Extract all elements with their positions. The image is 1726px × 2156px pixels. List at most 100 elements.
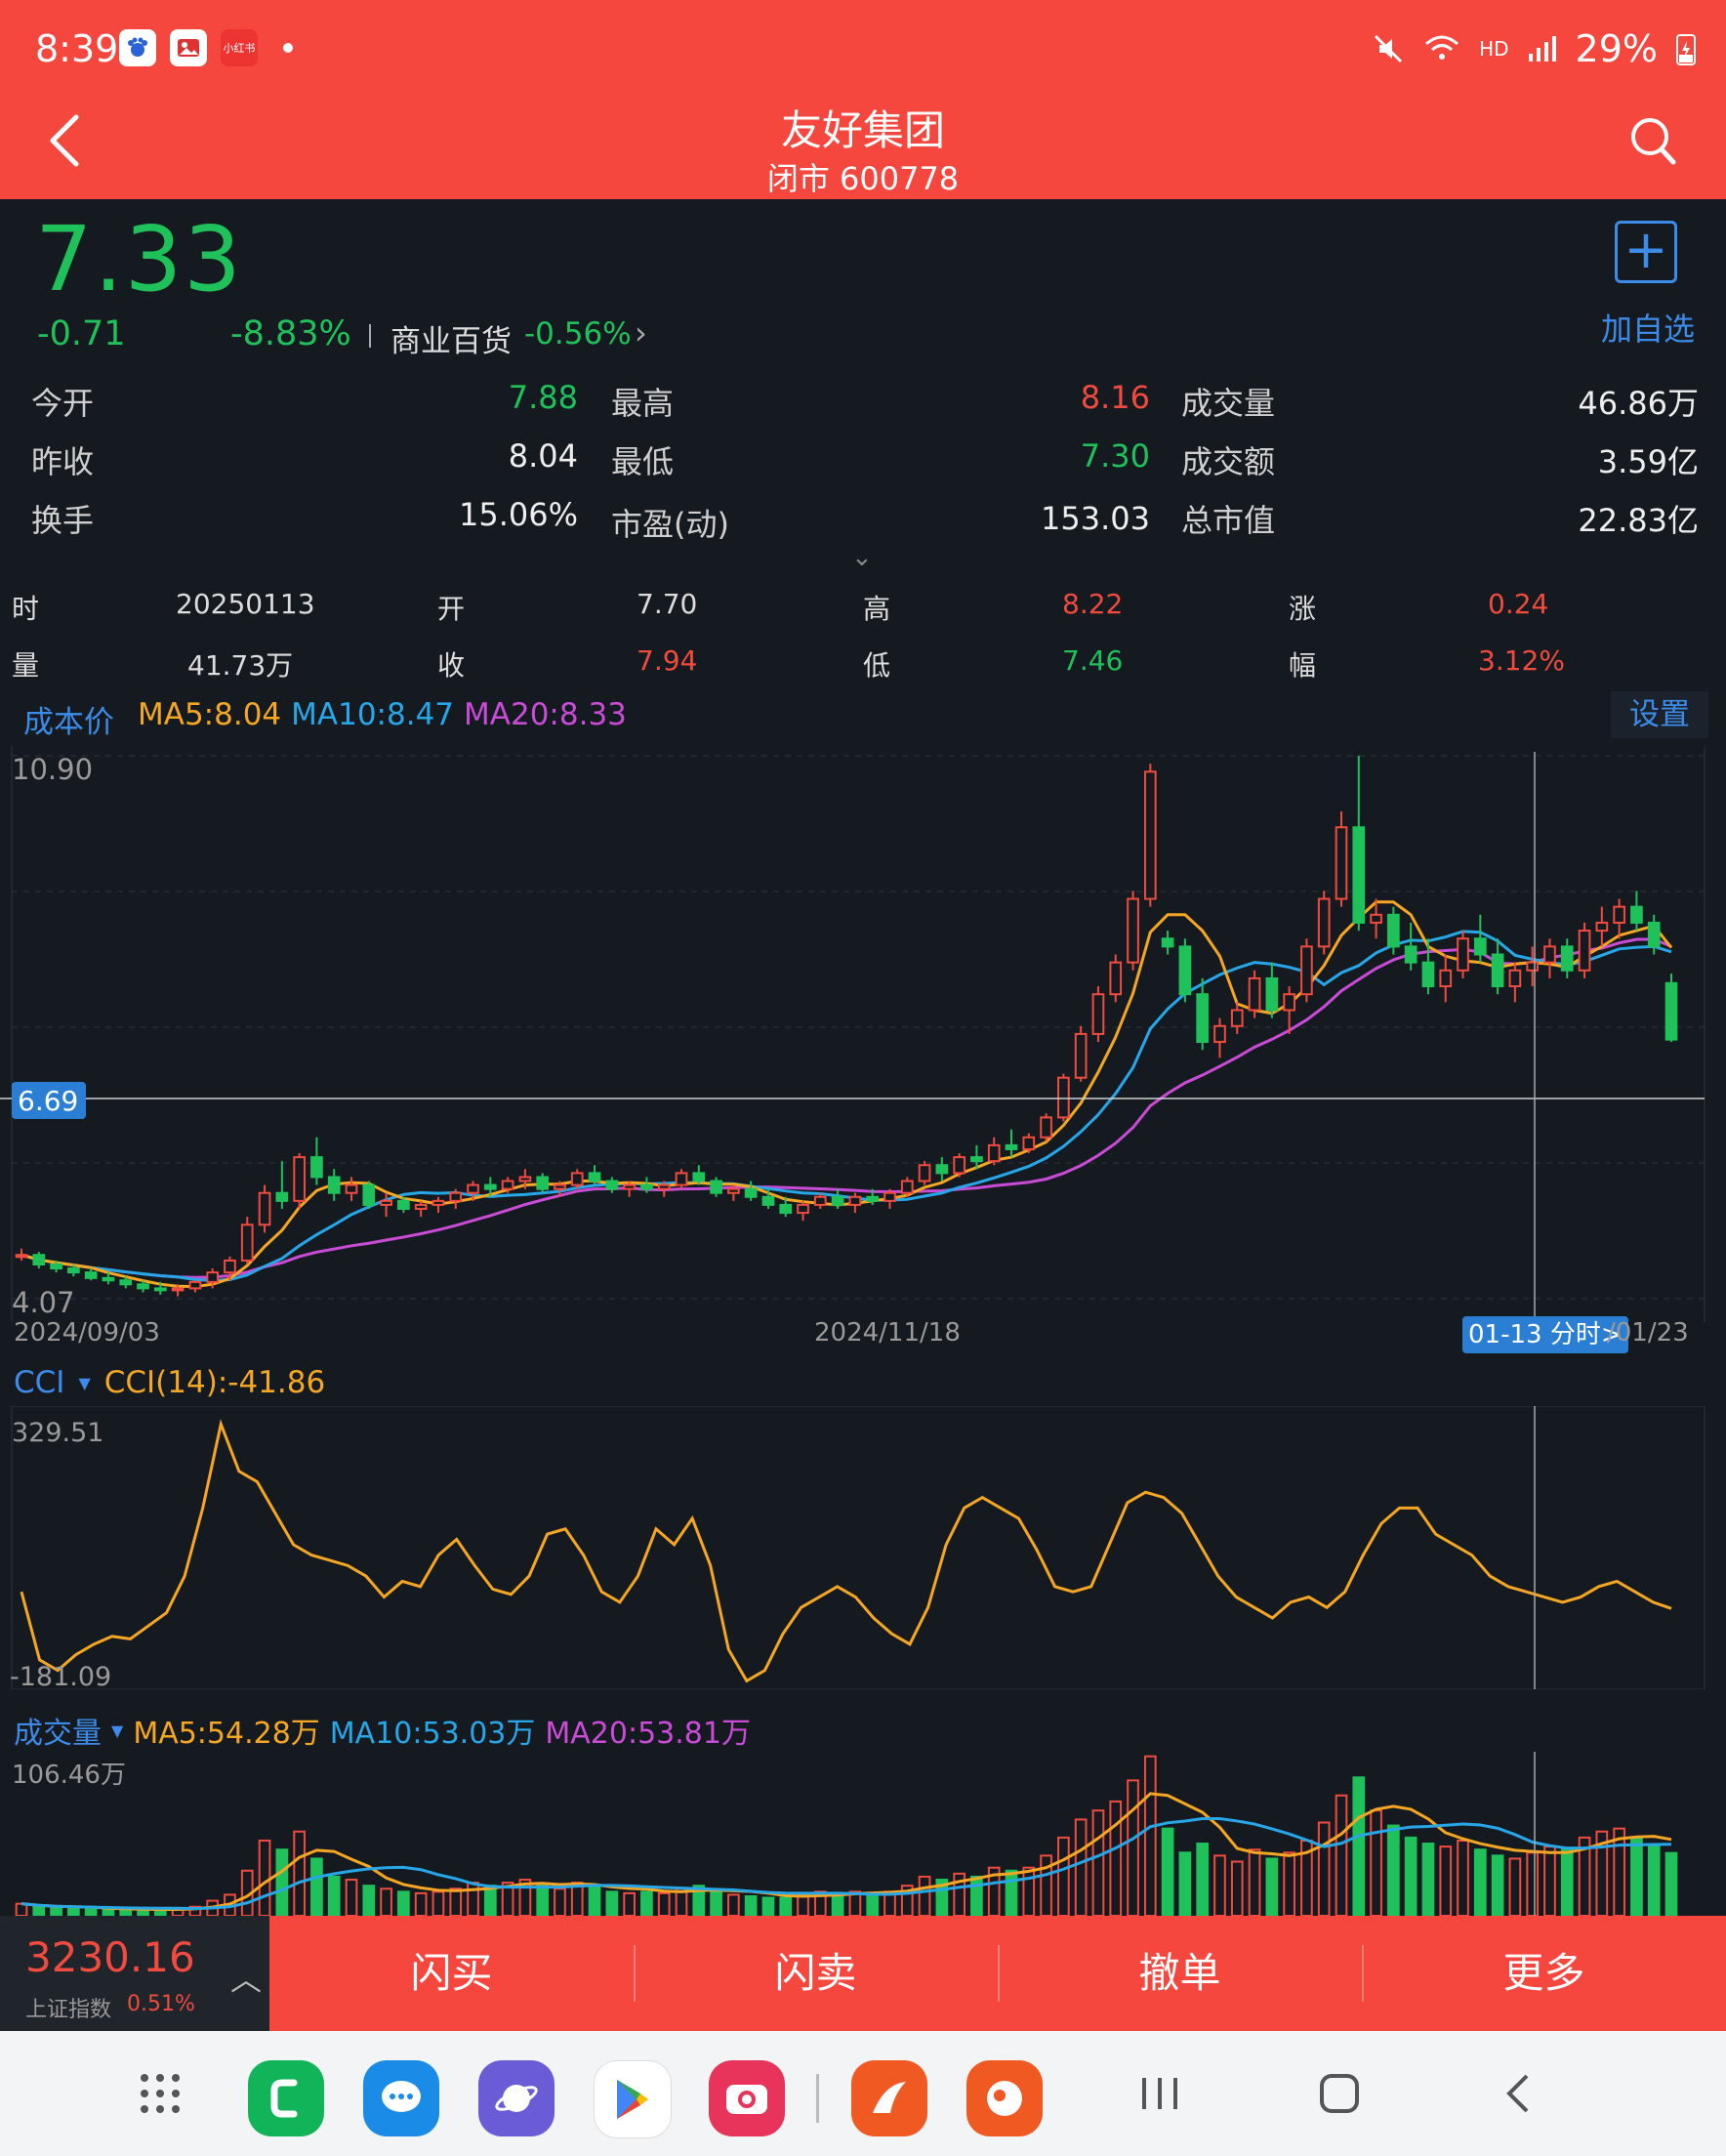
expand-chevron-icon[interactable]: ⌄ bbox=[851, 543, 873, 572]
volume-legend: 成交量 ▼ MA5:54.28万 MA10:53.03万 MA20:53.81万 bbox=[14, 1709, 751, 1752]
messages-app-icon[interactable] bbox=[363, 2060, 439, 2136]
volume-indicator-selector[interactable]: 成交量 bbox=[14, 1709, 102, 1752]
stat-label: 成交额 bbox=[1181, 443, 1276, 480]
candle-body bbox=[1300, 945, 1313, 996]
dropdown-icon[interactable]: ▼ bbox=[111, 1721, 123, 1740]
stat-label: 最高 bbox=[611, 385, 675, 422]
candle-body bbox=[605, 1180, 619, 1190]
candle-body bbox=[1057, 1076, 1070, 1119]
divider bbox=[369, 324, 371, 348]
chevron-right-icon[interactable]: › bbox=[635, 314, 647, 352]
volume-bar bbox=[1404, 1836, 1418, 1916]
cancel-order-button[interactable]: 撤单 bbox=[998, 1916, 1362, 2031]
x-start-label: 2024/09/03 bbox=[14, 1318, 160, 1348]
volume-bar bbox=[467, 1882, 479, 1916]
candle-body bbox=[866, 1195, 880, 1202]
app-drawer-icon[interactable] bbox=[137, 2070, 184, 2129]
candle-body bbox=[554, 1183, 566, 1190]
candle-body bbox=[1439, 969, 1453, 988]
candle-body bbox=[761, 1195, 775, 1206]
candle-body bbox=[310, 1156, 323, 1179]
candle-body bbox=[657, 1183, 671, 1190]
info-close: 7.94 bbox=[637, 644, 698, 677]
home-nav-button[interactable] bbox=[1316, 2070, 1363, 2129]
volume-bar bbox=[744, 1894, 758, 1916]
candle-body bbox=[1560, 945, 1574, 972]
candle-body bbox=[1283, 993, 1295, 1012]
volume-bar bbox=[1613, 1827, 1625, 1916]
candle-body bbox=[240, 1223, 254, 1262]
cci-indicator-selector[interactable]: CCI bbox=[14, 1365, 64, 1400]
volume-bar bbox=[1143, 1755, 1157, 1916]
volume-bar bbox=[797, 1893, 809, 1916]
browser-app-icon[interactable] bbox=[478, 2060, 555, 2136]
kline-chart[interactable]: 10.90 4.07 6.69 bbox=[0, 746, 1726, 1322]
candle-body bbox=[797, 1203, 809, 1215]
back-nav-button[interactable] bbox=[1501, 2070, 1537, 2129]
chart-settings-button[interactable]: 设置 bbox=[1611, 691, 1708, 738]
quick-buy-button[interactable]: 闪买 bbox=[269, 1916, 634, 2031]
candle-body bbox=[1265, 976, 1279, 1012]
intraday-link-button[interactable]: 01-13 分时> bbox=[1462, 1316, 1628, 1353]
volume-bar bbox=[1005, 1869, 1018, 1916]
volume-bar bbox=[918, 1875, 931, 1916]
add-watchlist-button[interactable]: + bbox=[1615, 221, 1677, 283]
candle-body bbox=[1005, 1143, 1018, 1150]
info-label: 开 bbox=[437, 593, 466, 625]
cci-chart[interactable]: 329.51 -181.09 bbox=[0, 1406, 1726, 1689]
quick-sell-button[interactable]: 闪卖 bbox=[634, 1916, 998, 2031]
info-label: 收 bbox=[437, 649, 466, 682]
vol-ma5: MA5:54.28万 bbox=[133, 1717, 320, 1751]
volume-bar bbox=[275, 1848, 289, 1916]
candle-body bbox=[67, 1267, 80, 1274]
chevron-up-icon[interactable]: ︿ bbox=[230, 1955, 262, 2000]
volume-bar bbox=[15, 1902, 28, 1916]
stat-label: 成交量 bbox=[1181, 385, 1276, 422]
candle-body bbox=[362, 1183, 376, 1206]
recent-app-2-icon[interactable] bbox=[966, 2060, 1043, 2136]
baidu-icon bbox=[119, 29, 156, 66]
candle-body bbox=[536, 1176, 550, 1190]
signal-icon bbox=[1528, 36, 1556, 62]
info-high: 8.22 bbox=[1062, 588, 1124, 620]
notification-dot bbox=[283, 43, 293, 53]
recent-app-1-icon[interactable] bbox=[851, 2060, 927, 2136]
vol-max-label: 106.46万 bbox=[12, 1761, 126, 1790]
stat-value: 46.86万 bbox=[1578, 385, 1699, 422]
sector-link[interactable]: 商业百货 bbox=[390, 316, 512, 360]
volume-chart[interactable]: 106.46万 bbox=[0, 1752, 1726, 1916]
candle-body bbox=[293, 1156, 306, 1202]
volume-bar bbox=[657, 1891, 671, 1916]
candle-body bbox=[1630, 905, 1643, 924]
candle-body bbox=[119, 1279, 133, 1286]
ma20-line bbox=[21, 937, 1672, 1279]
candle-body bbox=[1491, 953, 1504, 988]
candle-body bbox=[623, 1183, 636, 1190]
volume-bar bbox=[1370, 1809, 1382, 1916]
cci-line bbox=[20, 1419, 1672, 1683]
candle-body bbox=[1578, 930, 1591, 972]
sector-change-pct: -0.56% bbox=[524, 316, 632, 352]
dropdown-icon[interactable]: ▼ bbox=[78, 1374, 90, 1392]
candle-body bbox=[727, 1187, 740, 1194]
add-watchlist-label[interactable]: 加自选 bbox=[1601, 305, 1695, 350]
recents-nav-button[interactable] bbox=[1138, 2070, 1181, 2129]
volume-bar bbox=[970, 1875, 983, 1916]
play-store-icon[interactable] bbox=[594, 2060, 672, 2138]
info-date: 20250113 bbox=[176, 588, 315, 620]
info-open: 7.70 bbox=[637, 588, 698, 620]
stat-value: 7.88 bbox=[508, 379, 578, 416]
info-label: 时 bbox=[12, 593, 40, 625]
candle-body bbox=[1213, 1024, 1226, 1044]
candle-body bbox=[345, 1183, 358, 1194]
more-button[interactable]: 更多 bbox=[1362, 1916, 1726, 2031]
candle-body bbox=[588, 1172, 601, 1182]
index-name: 上证指数 bbox=[25, 1998, 112, 2022]
cost-price-toggle[interactable]: 成本价 bbox=[23, 697, 114, 741]
candle-body bbox=[970, 1156, 983, 1163]
volume-bar bbox=[536, 1885, 550, 1916]
search-icon[interactable] bbox=[1628, 115, 1677, 168]
volume-bar bbox=[1265, 1857, 1279, 1916]
camera-app-icon[interactable] bbox=[709, 2060, 785, 2136]
phone-app-icon[interactable] bbox=[248, 2060, 324, 2136]
